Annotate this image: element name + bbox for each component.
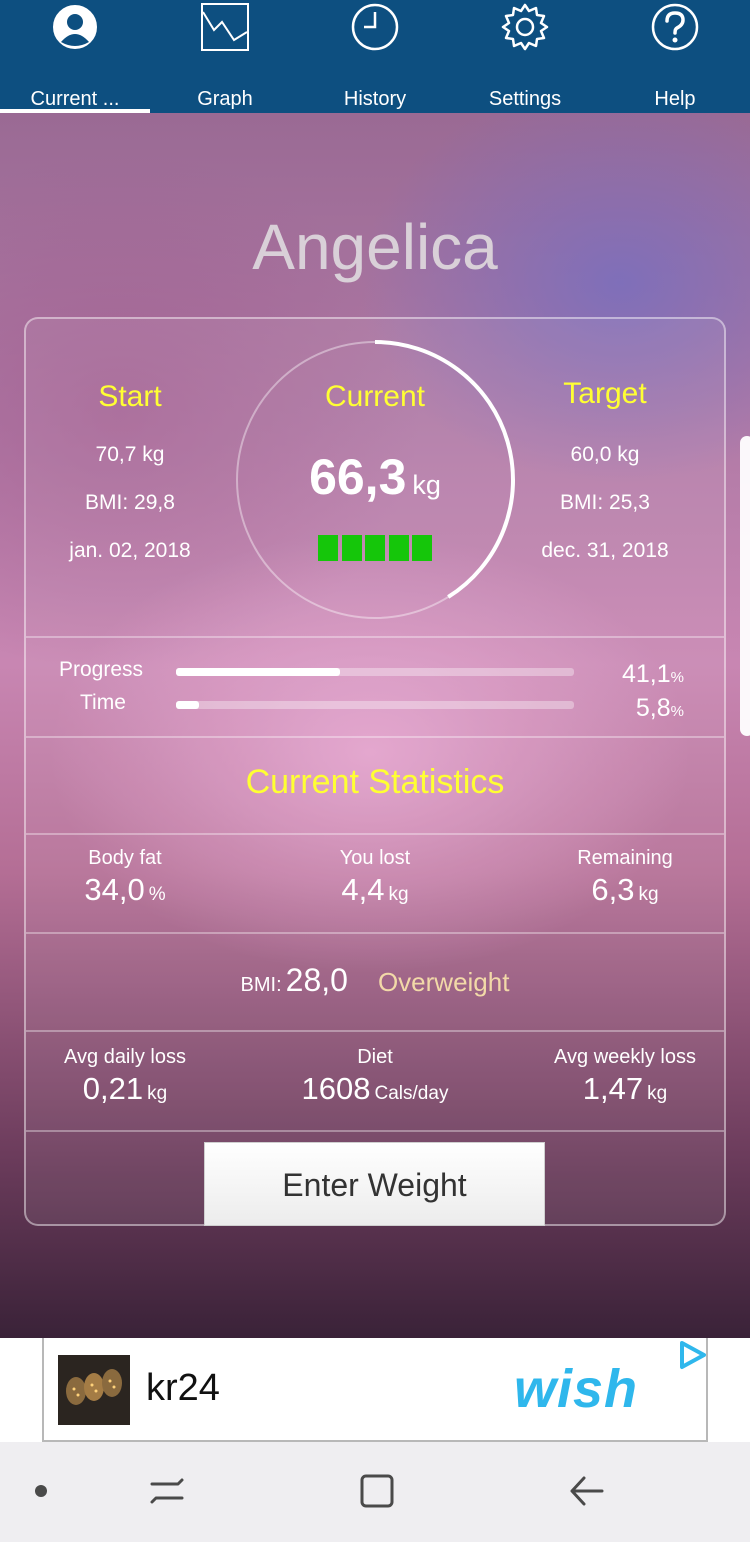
avg-weekly-loss-value-row: 1,47 kg <box>515 1071 735 1107</box>
gear-icon <box>501 3 549 51</box>
bmi-value: 28,0 <box>285 962 348 998</box>
percent-symbol: % <box>670 669 684 686</box>
progress-block <box>412 535 432 561</box>
clock-icon <box>351 3 399 51</box>
body-fat-stat: Body fat 34,0% <box>15 847 235 908</box>
progress-percent-value: 41,1 <box>621 660 671 688</box>
divider <box>26 932 724 934</box>
divider <box>26 636 724 638</box>
user-name: Angelica <box>252 211 498 283</box>
start-title: Start <box>98 380 162 413</box>
target-weight: 60,0 kg <box>570 443 640 466</box>
progress-blocks <box>318 535 434 561</box>
you-lost-value: 4,4 <box>341 872 385 907</box>
progress-block <box>341 535 362 561</box>
avg-daily-loss-value-row: 0,21 kg <box>15 1071 235 1107</box>
body-fat-unit: % <box>148 884 166 905</box>
tab-help-label: Help <box>654 88 696 110</box>
remaining-value-row: 6,3 kg <box>515 872 735 908</box>
remaining-unit: kg <box>638 884 659 905</box>
ad-text[interactable]: kr24 <box>146 1367 220 1410</box>
diet-value-row: 1608 Cals/day <box>245 1071 505 1107</box>
bmi-classification: Overweight <box>377 967 510 997</box>
tab-help[interactable]: Help <box>600 0 750 113</box>
you-lost-label: You lost <box>339 847 411 869</box>
target-title: Target <box>563 377 647 410</box>
time-percent: 5,8% <box>636 694 684 723</box>
divider <box>26 736 724 738</box>
help-icon <box>651 3 699 51</box>
body-fat-value-row: 34,0% <box>15 872 235 908</box>
current-weight-unit: kg <box>412 470 441 500</box>
avg-weekly-loss-stat: Avg weekly loss 1,47 kg <box>515 1046 735 1107</box>
progress-block <box>318 535 338 561</box>
diet-unit: Cals/day <box>374 1083 449 1104</box>
bmi-row: BMI: 28,0 Overweight <box>0 962 750 999</box>
time-bar-fill <box>176 701 200 709</box>
diet-label: Diet <box>357 1046 393 1068</box>
you-lost-value-row: 4,4 kg <box>265 872 485 908</box>
adchoices-icon[interactable] <box>676 1340 708 1370</box>
top-tab-bar: Current ... Graph History Settings Help <box>0 0 750 113</box>
avg-daily-loss-label: Avg daily loss <box>64 1046 186 1068</box>
you-lost-stat: You lost 4,4 kg <box>265 847 485 908</box>
divider <box>26 1130 724 1132</box>
dot-indicator-icon[interactable] <box>34 1484 48 1498</box>
profile-icon <box>53 5 97 49</box>
time-percent-value: 5,8 <box>635 694 671 722</box>
back-icon[interactable] <box>568 1472 606 1510</box>
tab-settings[interactable]: Settings <box>450 0 600 113</box>
remaining-label: Remaining <box>577 847 673 869</box>
recent-apps-icon[interactable] <box>148 1472 186 1510</box>
avg-daily-loss-unit: kg <box>147 1083 168 1104</box>
you-lost-unit: kg <box>388 884 409 905</box>
ad-thumbnail-image[interactable] <box>58 1355 130 1425</box>
progress-label: Progress <box>59 658 144 681</box>
progress-bar <box>176 668 574 676</box>
target-bmi: BMI: 25,3 <box>560 491 650 514</box>
current-weight: 66,3 kg <box>234 448 516 506</box>
avg-weekly-loss-label: Avg weekly loss <box>554 1046 696 1068</box>
tab-current[interactable]: Current ... <box>0 0 150 113</box>
tab-graph[interactable]: Graph <box>150 0 300 113</box>
divider <box>26 833 724 835</box>
tab-current-label: Current ... <box>30 88 120 110</box>
time-label: Time <box>80 691 126 714</box>
time-bar <box>176 701 574 709</box>
remaining-stat: Remaining 6,3 kg <box>515 847 735 908</box>
tab-settings-label: Settings <box>488 88 562 110</box>
current-weight-value: 66,3 <box>309 449 407 505</box>
jar-lights-image <box>58 1355 130 1425</box>
progress-block <box>365 535 385 561</box>
avg-daily-loss-value: 0,21 <box>82 1071 144 1106</box>
body-fat-value: 34,0 <box>84 872 145 907</box>
start-date: jan. 02, 2018 <box>69 539 191 562</box>
target-date: dec. 31, 2018 <box>541 539 669 562</box>
divider <box>26 1030 724 1032</box>
body-fat-label: Body fat <box>88 847 162 869</box>
home-icon[interactable] <box>358 1472 396 1510</box>
avg-weekly-loss-unit: kg <box>647 1083 668 1104</box>
tab-history-label: History <box>343 88 407 110</box>
progress-block <box>388 535 409 561</box>
progress-percent: 41,1% <box>622 660 684 689</box>
start-weight: 70,7 kg <box>95 443 165 466</box>
scroll-handle[interactable] <box>740 436 750 736</box>
tab-history[interactable]: History <box>300 0 450 113</box>
ad-brand-logo[interactable]: wish <box>514 1358 638 1420</box>
progress-bar-fill <box>176 668 340 676</box>
diet-stat: Diet 1608 Cals/day <box>245 1046 505 1107</box>
current-statistics-title: Current Statistics <box>245 763 505 801</box>
start-bmi: BMI: 29,8 <box>85 491 175 514</box>
enter-weight-button[interactable]: Enter Weight <box>204 1142 545 1226</box>
avg-weekly-loss-value: 1,47 <box>582 1071 644 1106</box>
remaining-value: 6,3 <box>591 872 635 907</box>
avg-daily-loss-stat: Avg daily loss 0,21 kg <box>15 1046 235 1107</box>
tab-graph-label: Graph <box>197 88 253 110</box>
graph-icon <box>201 3 249 51</box>
current-title: Current <box>324 380 426 413</box>
diet-value: 1608 <box>301 1071 371 1106</box>
percent-symbol: % <box>670 703 684 720</box>
bmi-label: BMI: <box>240 974 282 996</box>
